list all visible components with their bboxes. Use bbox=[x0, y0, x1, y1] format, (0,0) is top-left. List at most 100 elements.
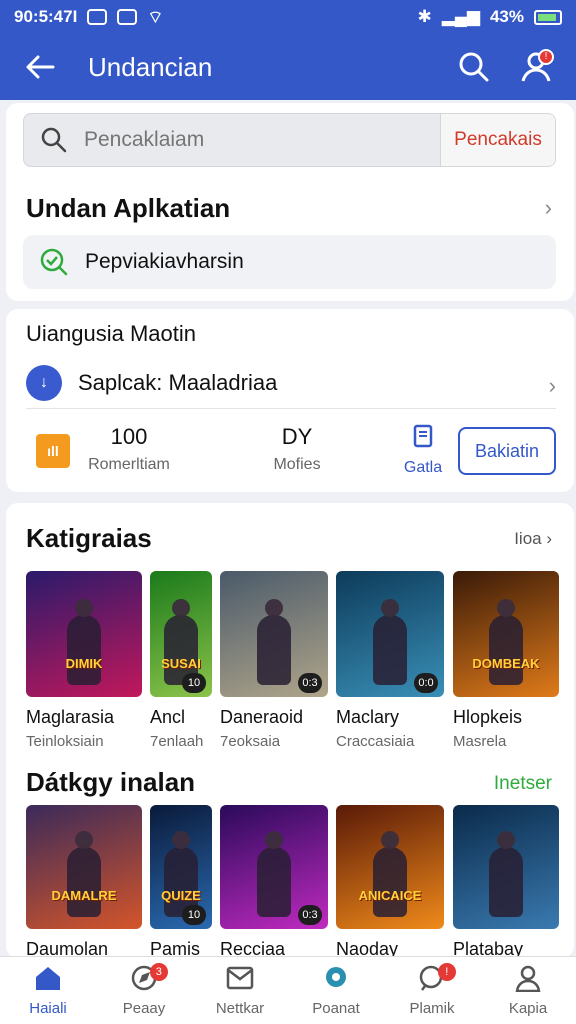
search-input[interactable] bbox=[84, 128, 414, 152]
profile-button[interactable]: ! bbox=[514, 45, 558, 89]
stat-value: DY bbox=[281, 424, 313, 449]
game-thumbnail[interactable] bbox=[453, 805, 559, 929]
recommendation-row[interactable]: Pepviakiavharsin bbox=[23, 235, 556, 289]
search-check-icon bbox=[40, 248, 68, 276]
game-art-title: SUSAI bbox=[161, 656, 201, 671]
notification-icon bbox=[87, 9, 108, 25]
character-art bbox=[67, 599, 101, 685]
categories-see-all-link[interactable]: Iioa › bbox=[514, 529, 552, 549]
signal-icon: ▂▄▆ bbox=[441, 7, 480, 26]
mail-icon bbox=[225, 964, 255, 996]
game-subtitle: Masrela bbox=[453, 733, 507, 750]
user-icon bbox=[513, 964, 543, 996]
daily-see-all-link[interactable]: Inetser bbox=[494, 773, 552, 795]
thumbnail-badge: 10 bbox=[182, 905, 206, 925]
stat-value: 100 bbox=[110, 424, 148, 449]
recommendation-text: Pepviakiavharsin bbox=[85, 250, 244, 273]
search-button[interactable] bbox=[452, 45, 496, 89]
game-thumbnail[interactable]: SUSAI 10 bbox=[150, 571, 212, 697]
game-title[interactable]: Hlopkeis bbox=[453, 707, 522, 728]
thumbnail-badge: 0:0 bbox=[414, 673, 438, 693]
game-art-title: QUIZE bbox=[161, 888, 201, 903]
character-art bbox=[373, 831, 407, 917]
bluetooth-icon: ✱ bbox=[417, 7, 432, 26]
content-card: Katigraias Iioa › DIMIK Maglarasia Teinlok… bbox=[6, 503, 574, 959]
nav-badge: ! bbox=[437, 963, 456, 981]
nav-item-poanat[interactable]: Poanat bbox=[288, 957, 384, 1024]
game-subtitle: Teinloksiain bbox=[26, 733, 104, 750]
game-art-title: DOMBEAK bbox=[472, 656, 540, 671]
stat-mofies: DY Mofies bbox=[252, 424, 342, 474]
character-art bbox=[489, 831, 523, 917]
game-art-title: DAMALRE bbox=[51, 888, 117, 903]
search-bar: Pencakais bbox=[23, 113, 556, 167]
game-subtitle: Craccasiaia bbox=[336, 733, 415, 750]
chat-icon bbox=[321, 964, 351, 996]
nav-item-peaay[interactable]: Peaay 3 bbox=[96, 957, 192, 1024]
game-thumbnail[interactable]: DOMBEAK bbox=[453, 571, 559, 697]
nav-label: Kapia bbox=[508, 1000, 548, 1017]
thumbnail-badge: 0:3 bbox=[298, 673, 322, 693]
game-thumbnail[interactable]: ANICAICE bbox=[336, 805, 444, 929]
status-time: 90:5:47I bbox=[14, 7, 78, 26]
game-thumbnail[interactable]: QUIZE 10 bbox=[150, 805, 212, 929]
game-thumbnail[interactable]: 0:3 bbox=[220, 571, 328, 697]
game-art-title: DIMIK bbox=[65, 656, 103, 671]
character-art bbox=[373, 599, 407, 685]
game-art-title: ANICAICE bbox=[358, 888, 422, 903]
stat-label: Mofies bbox=[273, 456, 321, 473]
game-thumbnail[interactable]: 0:0 bbox=[336, 571, 444, 697]
download-icon: ↓ bbox=[26, 364, 62, 401]
message-status-icon bbox=[117, 9, 138, 25]
back-button[interactable] bbox=[18, 45, 62, 89]
nav-label: Haiali bbox=[29, 1000, 67, 1017]
character-art bbox=[67, 831, 101, 917]
nav-label: Nettkar bbox=[215, 1000, 265, 1017]
character-art bbox=[257, 831, 291, 917]
app-name: Saplcak: Maaladriaa bbox=[78, 369, 278, 395]
back-arrow-icon bbox=[26, 55, 55, 79]
search-icon bbox=[459, 52, 489, 82]
game-thumbnail[interactable]: DIMIK bbox=[26, 571, 142, 697]
stat-downloads: 100 Romerltiam bbox=[82, 424, 176, 474]
document-icon bbox=[413, 424, 433, 448]
stats-icon: ıll bbox=[36, 434, 70, 468]
game-subtitle: 7eoksaia bbox=[220, 733, 281, 750]
nav-label: Plamik bbox=[409, 1000, 455, 1017]
game-thumbnail[interactable]: DAMALRE bbox=[26, 805, 142, 929]
nav-badge: 3 bbox=[149, 963, 168, 981]
character-art bbox=[489, 599, 523, 685]
home-icon bbox=[33, 964, 63, 996]
action-button[interactable]: Bakiatin bbox=[458, 427, 556, 475]
nav-item-haiali[interactable]: Haiali bbox=[0, 957, 96, 1024]
section-title-apps: Undan Aplkatian bbox=[26, 193, 231, 223]
app-row[interactable]: ↓ Saplcak: Maaladriaa › bbox=[26, 363, 556, 409]
info-card: Uiangusia Maotin ↓ Saplcak: Maaladriaa ›… bbox=[6, 309, 574, 492]
battery-text: 43% bbox=[489, 7, 524, 26]
app-bar: Undancian ! bbox=[0, 34, 576, 100]
notification-badge: ! bbox=[538, 49, 554, 65]
battery-icon bbox=[534, 9, 562, 25]
chevron-right-icon[interactable]: › bbox=[545, 195, 552, 221]
stat-gatla[interactable]: Gatla bbox=[396, 424, 450, 477]
nav-item-nettkar[interactable]: Nettkar bbox=[192, 957, 288, 1024]
search-icon bbox=[41, 127, 67, 153]
game-thumbnail[interactable]: 0:3 bbox=[220, 805, 328, 929]
bottom-navigation: Haiali Peaay 3 Nettkar Poanat Plamik! Kapia bbox=[0, 956, 576, 1024]
nav-item-kapia[interactable]: Kapia bbox=[480, 957, 576, 1024]
character-art bbox=[257, 599, 291, 685]
info-card-title: Uiangusia Maotin bbox=[26, 321, 196, 346]
categories-link-text: Iioa bbox=[514, 529, 542, 548]
game-title[interactable]: Maglarasia bbox=[26, 707, 114, 728]
thumbnail-badge: 0:3 bbox=[298, 905, 322, 925]
search-submit-button[interactable]: Pencakais bbox=[440, 114, 555, 166]
stat-label: Gatla bbox=[403, 459, 443, 476]
game-title[interactable]: Daneraoid bbox=[220, 707, 303, 728]
game-title[interactable]: Ancl bbox=[150, 707, 185, 728]
wifi-icon: ⌔ bbox=[147, 7, 164, 27]
game-subtitle: 7enlaah bbox=[150, 733, 204, 750]
game-title[interactable]: Maclary bbox=[336, 707, 399, 728]
search-card: Pencakais Undan Aplkatian › Pepviakiavha… bbox=[6, 103, 574, 301]
nav-item-plamik[interactable]: Plamik! bbox=[384, 957, 480, 1024]
chevron-right-icon: › bbox=[548, 373, 556, 398]
